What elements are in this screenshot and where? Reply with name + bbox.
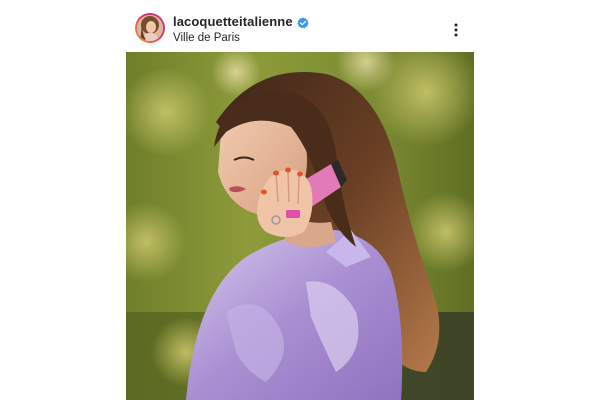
avatar[interactable] <box>137 15 163 41</box>
instagram-post: lacoquetteitalienne Ville de Paris <box>0 0 600 400</box>
avatar-image <box>137 15 163 41</box>
post-header: lacoquetteitalienne Ville de Paris <box>126 10 474 50</box>
post-location[interactable]: Ville de Paris <box>173 31 240 45</box>
avatar-story-ring[interactable] <box>135 13 165 43</box>
more-options-icon <box>454 23 458 37</box>
username[interactable]: lacoquetteitalienne <box>173 14 293 30</box>
username-row: lacoquetteitalienne <box>173 14 309 30</box>
post-image <box>126 52 474 400</box>
more-options-button[interactable] <box>446 20 466 40</box>
post-photo[interactable] <box>126 52 474 400</box>
verified-badge-icon <box>296 16 309 29</box>
